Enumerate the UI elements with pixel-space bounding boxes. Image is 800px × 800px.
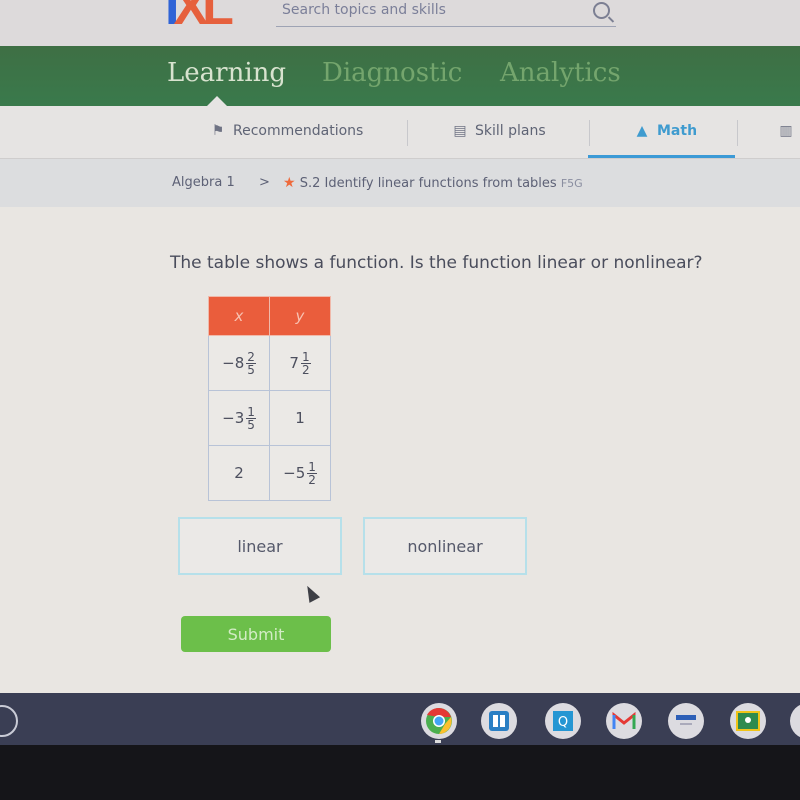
classroom-icon[interactable] xyxy=(730,703,766,739)
y-value-cell: 1 xyxy=(269,390,331,446)
search-placeholder: Search topics and skills xyxy=(282,2,446,18)
more-app-icon[interactable] xyxy=(790,703,800,739)
x-value-cell: −8 2 5 xyxy=(208,335,270,391)
mixed-number: 1 xyxy=(295,409,305,427)
pyramid-icon: ▲ xyxy=(636,123,648,139)
tab-analytics[interactable]: Analytics xyxy=(500,58,621,88)
header-x: x xyxy=(208,296,270,336)
integer-part: 2 xyxy=(234,464,244,482)
launcher-button[interactable] xyxy=(0,705,18,737)
tab-recommendations[interactable]: ⚑ Recommendations xyxy=(208,122,364,140)
mixed-number: −8 2 5 xyxy=(222,351,256,376)
svg-text:Q: Q xyxy=(558,715,568,730)
integer-part: −5 xyxy=(283,464,305,482)
breadcrumb-subject[interactable]: Algebra 1 xyxy=(172,175,235,190)
running-indicator xyxy=(435,740,441,743)
fraction: 12 xyxy=(307,461,317,486)
mouse-cursor xyxy=(301,583,321,603)
mixed-number: 712 xyxy=(289,349,311,377)
numerator: 1 xyxy=(307,459,317,474)
integer-part: 1 xyxy=(295,409,305,427)
denominator: 2 xyxy=(308,472,316,487)
fraction: 12 xyxy=(300,349,311,377)
x-value-cell: −3 1 5 xyxy=(208,390,270,446)
fraction: 25 xyxy=(246,351,256,376)
sign: − xyxy=(222,409,235,427)
header-y: y xyxy=(269,296,331,336)
breadcrumb: Algebra 1 > ★ S.2 Identify linear functi… xyxy=(0,159,800,207)
tab-math[interactable]: ▲ Math xyxy=(632,122,697,140)
y-value-cell: 712 xyxy=(269,335,331,391)
divider xyxy=(589,120,590,146)
q-app-icon[interactable]: Q xyxy=(545,703,581,739)
divider xyxy=(407,120,408,146)
integer-part: −3 xyxy=(222,409,244,427)
denominator: 5 xyxy=(247,417,255,432)
search-icon[interactable] xyxy=(593,2,610,19)
whole-part: 5 xyxy=(295,464,306,482)
active-subtab-underline xyxy=(588,155,735,158)
gmail-icon[interactable] xyxy=(606,703,642,739)
mixed-number: 2 xyxy=(234,464,244,482)
numerator: 1 xyxy=(246,404,256,419)
fraction: 15 xyxy=(246,406,256,431)
top-header: IXL Search topics and skills xyxy=(0,0,800,46)
y-value-cell: −5 1 2 xyxy=(269,445,331,501)
skill-code: F5G xyxy=(560,177,583,190)
reader-icon[interactable] xyxy=(481,703,517,739)
web-app-icon[interactable] xyxy=(668,703,704,739)
signpost-icon: ⚑ xyxy=(211,123,225,139)
denominator: 5 xyxy=(247,362,255,377)
numerator: 1 xyxy=(300,349,311,364)
mixed-number: −5 1 2 xyxy=(283,461,317,486)
tab-learning[interactable]: Learning xyxy=(167,58,286,88)
breadcrumb-skill: ★ S.2 Identify linear functions from tab… xyxy=(283,175,583,191)
active-tab-indicator xyxy=(207,96,227,106)
mixed-number: −3 1 5 xyxy=(222,406,256,431)
search-input[interactable]: Search topics and skills xyxy=(276,0,616,27)
choice-linear[interactable]: linear xyxy=(178,517,342,575)
main-nav: Learning Diagnostic Analytics xyxy=(0,46,800,106)
function-table: x y −8 2 5 7 1 2 −3 1 5 1 2 −5 1 2 xyxy=(208,296,331,501)
table-row: 2 −5 1 2 xyxy=(208,445,331,501)
tab-diagnostic[interactable]: Diagnostic xyxy=(322,58,462,88)
table-row: −8 2 5 7 1 2 xyxy=(208,335,331,391)
question-prompt: The table shows a function. Is the funct… xyxy=(170,253,703,273)
chromeos-shelf: Q xyxy=(0,693,800,745)
whole-part: 1 xyxy=(295,409,305,427)
skill-plan-icon: ▤ xyxy=(453,123,467,139)
chrome-icon[interactable] xyxy=(421,703,457,739)
divider xyxy=(737,120,738,146)
ixl-page: IXL Search topics and skills Learning Di… xyxy=(0,0,800,745)
sign: − xyxy=(283,464,296,482)
whole-part: 2 xyxy=(234,464,244,482)
star-icon: ★ xyxy=(283,175,296,191)
screen-bezel xyxy=(0,745,800,800)
whole-part: 3 xyxy=(234,409,245,427)
tab-more[interactable]: ▥ xyxy=(776,122,796,140)
whole-part: 7 xyxy=(289,354,299,372)
whole-part: 8 xyxy=(234,354,245,372)
integer-part: −8 xyxy=(222,354,244,372)
ixl-logo[interactable]: IXL xyxy=(165,0,234,33)
denominator: 2 xyxy=(301,362,310,377)
table-header-row: x y xyxy=(208,296,331,336)
numerator: 2 xyxy=(246,349,256,364)
sign: − xyxy=(222,354,235,372)
integer-part: 7 xyxy=(289,354,299,372)
book-icon: ▥ xyxy=(779,123,793,139)
x-value-cell: 2 xyxy=(208,445,270,501)
choice-nonlinear[interactable]: nonlinear xyxy=(363,517,527,575)
submit-button[interactable]: Submit xyxy=(181,616,331,652)
sub-nav: ⚑ Recommendations ▤ Skill plans ▲ Math ▥ xyxy=(0,106,800,159)
breadcrumb-separator: > xyxy=(259,175,270,190)
tab-skill-plans[interactable]: ▤ Skill plans xyxy=(450,122,545,140)
table-row: −3 1 5 1 xyxy=(208,390,331,446)
